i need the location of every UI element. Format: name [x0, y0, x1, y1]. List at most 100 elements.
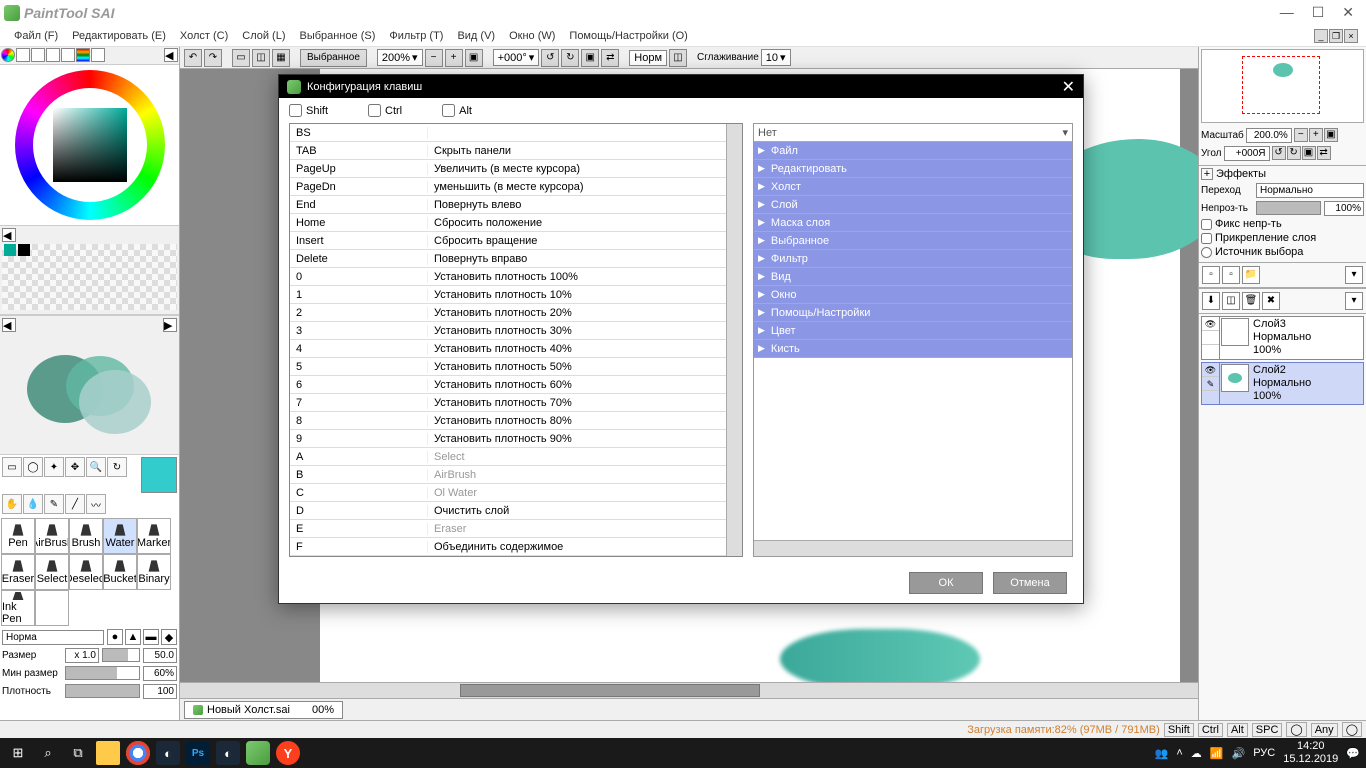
dialog-close-button[interactable]: ✕ — [1062, 77, 1075, 97]
nav-flip[interactable]: ⇄ — [1317, 146, 1331, 160]
color-bars1-icon[interactable] — [16, 48, 30, 62]
menu-edit[interactable]: Редактировать (E) — [66, 28, 172, 44]
key-row[interactable]: 4Установить плотность 40% — [290, 340, 726, 358]
brush-airbrush[interactable]: AirBrush — [35, 518, 69, 554]
nav-rot-reset[interactable]: ▣ — [1302, 146, 1316, 160]
tray-clock[interactable]: 14:2015.12.2019 — [1283, 740, 1338, 766]
rotate-ccw-button[interactable]: ↺ — [541, 49, 559, 67]
steam2-icon[interactable]: ◐ — [216, 741, 240, 765]
tool-eyedrop[interactable]: 💧 — [23, 494, 43, 514]
key-row[interactable]: PageDnуменьшить (в месте курсора) — [290, 178, 726, 196]
chrome-icon[interactable] — [126, 741, 150, 765]
document-tab[interactable]: Новый Холст.sai 00% — [184, 701, 343, 719]
alt-checkbox[interactable] — [442, 104, 455, 117]
color-wheel[interactable] — [0, 65, 179, 225]
layer-opt2-button[interactable]: ▾ — [1345, 292, 1363, 310]
zoom-in-button[interactable]: + — [445, 49, 463, 67]
key-row[interactable]: 7Установить плотность 70% — [290, 394, 726, 412]
color-grid-icon[interactable] — [91, 48, 105, 62]
tool-move[interactable]: ✥ — [65, 457, 85, 477]
key-row[interactable]: 3Установить плотность 30% — [290, 322, 726, 340]
delete-layer-button[interactable]: 🗑 — [1242, 292, 1260, 310]
sai-icon[interactable] — [246, 741, 270, 765]
current-color[interactable] — [141, 457, 177, 493]
key-row[interactable]: 1Установить плотность 10% — [290, 286, 726, 304]
dialog-cancel-button[interactable]: Отмена — [993, 572, 1067, 594]
fix-opacity-checkbox[interactable] — [1201, 219, 1212, 230]
key-row[interactable]: BS — [290, 124, 726, 142]
brush-binary[interactable]: Binary — [137, 554, 171, 590]
search-button[interactable]: ⌕ — [36, 741, 60, 765]
brush-water[interactable]: Water — [103, 518, 137, 554]
selection-button[interactable]: Выбранное — [300, 49, 367, 67]
selection-source-radio[interactable] — [1201, 247, 1212, 258]
mode-select[interactable]: Норм — [629, 50, 667, 66]
category-row[interactable]: ▶Редактировать — [754, 160, 1072, 178]
smooth-select[interactable]: 10▾ — [761, 49, 791, 66]
menu-help[interactable]: Помощь/Настройки (O) — [563, 28, 693, 44]
brush-pen[interactable]: Pen — [1, 518, 35, 554]
cat-none[interactable]: Нет▾ — [754, 124, 1072, 142]
canvas-hscroll[interactable] — [180, 682, 1198, 698]
color-pal-icon[interactable] — [76, 48, 90, 62]
layer-opacity-slider[interactable] — [1256, 201, 1321, 215]
brush-shape-round-icon[interactable]: ● — [107, 629, 123, 645]
brush-marker[interactable]: Marker — [137, 518, 171, 554]
start-button[interactable]: ⊞ — [6, 741, 30, 765]
key-row[interactable]: FОбъединить содержимое — [290, 538, 726, 556]
sel-b-button[interactable]: ◫ — [252, 49, 270, 67]
brushprev-expand-icon[interactable]: ▶ — [163, 318, 177, 332]
key-row[interactable]: HomeСбросить положение — [290, 214, 726, 232]
nav-scale-input[interactable]: 200.0% — [1246, 128, 1292, 143]
category-row[interactable]: ▶Цвет — [754, 322, 1072, 340]
category-row[interactable]: ▶Помощь/Настройки — [754, 304, 1072, 322]
key-row[interactable]: InsertСбросить вращение — [290, 232, 726, 250]
density-slider[interactable] — [65, 684, 140, 698]
menu-file[interactable]: Файл (F) — [8, 28, 64, 44]
brush-select[interactable]: Select — [35, 554, 69, 590]
tool-rect-select[interactable]: ▭ — [2, 457, 22, 477]
nav-zoom-out[interactable]: − — [1294, 128, 1308, 142]
menu-view[interactable]: Вид (V) — [451, 28, 501, 44]
tool-wand[interactable]: ✦ — [44, 457, 64, 477]
shift-checkbox[interactable] — [289, 104, 302, 117]
density-value[interactable]: 100 — [143, 684, 177, 699]
tray-volume-icon[interactable]: 🔊 — [1232, 747, 1246, 760]
window-maximize-button[interactable]: ☐ — [1312, 4, 1325, 21]
new-folder-button[interactable]: 📁 — [1242, 266, 1260, 284]
category-row[interactable]: ▶Окно — [754, 286, 1072, 304]
nav-zoom-in[interactable]: + — [1309, 128, 1323, 142]
layer-edit-icon[interactable]: ✎ — [1202, 377, 1219, 391]
size-mult[interactable]: x 1.0 — [65, 648, 99, 663]
key-row[interactable]: PageUpУвеличить (в месте курсора) — [290, 160, 726, 178]
menu-filter[interactable]: Фильтр (T) — [383, 28, 449, 44]
brush-shape-diamond-icon[interactable]: ◆ — [161, 629, 177, 645]
swatch-collapse-icon[interactable]: ◀ — [2, 228, 16, 242]
tool-picker[interactable]: ✎ — [44, 494, 64, 514]
sel-a-button[interactable]: ▭ — [232, 49, 250, 67]
dialog-ok-button[interactable]: ОК — [909, 572, 983, 594]
nav-zoom-fit[interactable]: ▣ — [1324, 128, 1338, 142]
brush-shape-tri-icon[interactable]: ▲ — [125, 629, 141, 645]
key-row[interactable]: DeleteПовернуть вправо — [290, 250, 726, 268]
steam-icon[interactable]: ◐ — [156, 741, 180, 765]
yandex-icon[interactable]: Y — [276, 741, 300, 765]
merge-button[interactable]: ◫ — [1222, 292, 1240, 310]
color-bars3-icon[interactable] — [46, 48, 60, 62]
sel-c-button[interactable]: ▦ — [272, 49, 290, 67]
brush-brush[interactable]: Brush — [69, 518, 103, 554]
mdi-restore-button[interactable]: ❐ — [1329, 29, 1343, 43]
mode-opt-button[interactable]: ◫ — [669, 49, 687, 67]
category-row[interactable]: ▶Холст — [754, 178, 1072, 196]
size-slider[interactable] — [102, 648, 140, 662]
nav-angle-input[interactable]: +000Я — [1224, 146, 1270, 161]
zoom-out-button[interactable]: − — [425, 49, 443, 67]
minsize-value[interactable]: 60% — [143, 666, 177, 681]
category-row[interactable]: ▶Кисть — [754, 340, 1072, 358]
cat-scrollbar[interactable] — [754, 540, 1072, 556]
tray-up-icon[interactable]: ˄ — [1176, 747, 1182, 759]
brush-bucket[interactable]: Bucket — [103, 554, 137, 590]
keylist-scrollbar[interactable] — [726, 124, 742, 556]
key-row[interactable]: 9Установить плотность 90% — [290, 430, 726, 448]
category-row[interactable]: ▶Маска слоя — [754, 214, 1072, 232]
